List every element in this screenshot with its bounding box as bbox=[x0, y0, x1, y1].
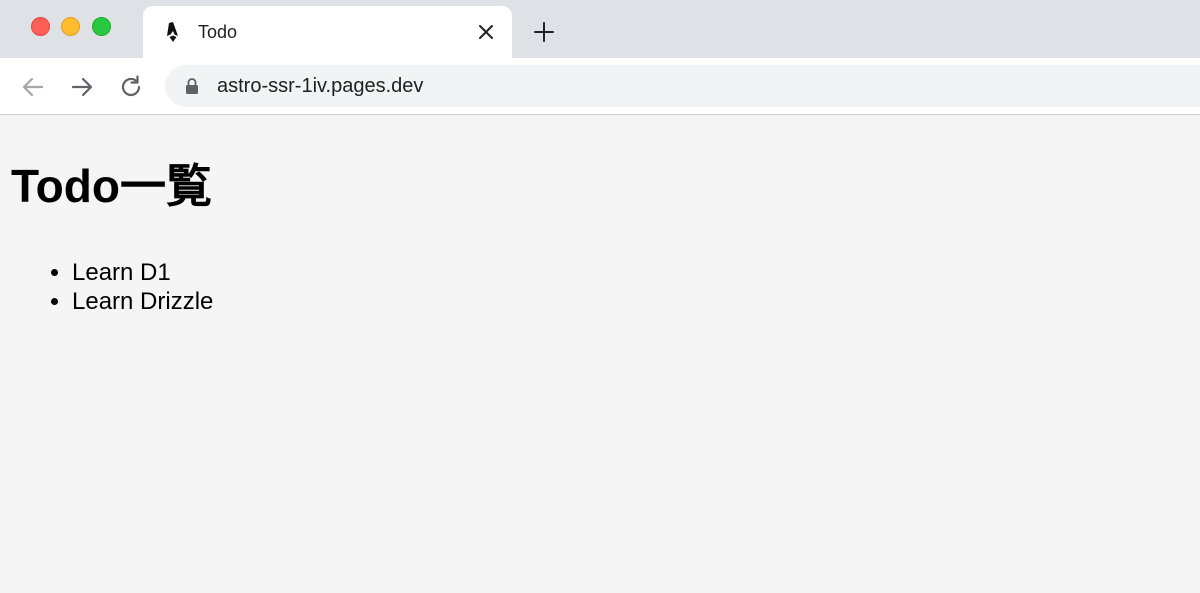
arrow-left-icon[interactable] bbox=[20, 74, 46, 100]
tab-strip: Todo bbox=[0, 0, 1200, 58]
tab-todo[interactable]: Todo bbox=[143, 6, 512, 58]
list-item: Learn Drizzle bbox=[72, 287, 213, 316]
plus-icon[interactable] bbox=[533, 21, 555, 43]
todo-list: Learn D1 Learn Drizzle bbox=[72, 258, 213, 316]
page-title: Todo一覧 bbox=[11, 160, 212, 212]
astro-logo-icon bbox=[163, 21, 183, 43]
browser-window: Todo astro-ssr-1iv.pages.dev Todo一覧 • Le… bbox=[0, 0, 1200, 593]
close-icon[interactable] bbox=[476, 22, 496, 42]
close-window-button[interactable] bbox=[31, 17, 50, 36]
url-text[interactable]: astro-ssr-1iv.pages.dev bbox=[217, 75, 423, 97]
browser-toolbar: astro-ssr-1iv.pages.dev bbox=[0, 58, 1200, 115]
maximize-window-button[interactable] bbox=[92, 17, 111, 36]
tab-title: Todo bbox=[198, 22, 238, 42]
arrow-right-icon[interactable] bbox=[69, 74, 95, 100]
lock-icon[interactable] bbox=[185, 77, 199, 95]
minimize-window-button[interactable] bbox=[61, 17, 80, 36]
address-bar[interactable]: astro-ssr-1iv.pages.dev bbox=[165, 65, 1200, 107]
list-item: Learn D1 bbox=[72, 258, 213, 287]
reload-icon[interactable] bbox=[118, 74, 144, 100]
page-content: Todo一覧 Learn D1 Learn Drizzle bbox=[0, 116, 1200, 593]
